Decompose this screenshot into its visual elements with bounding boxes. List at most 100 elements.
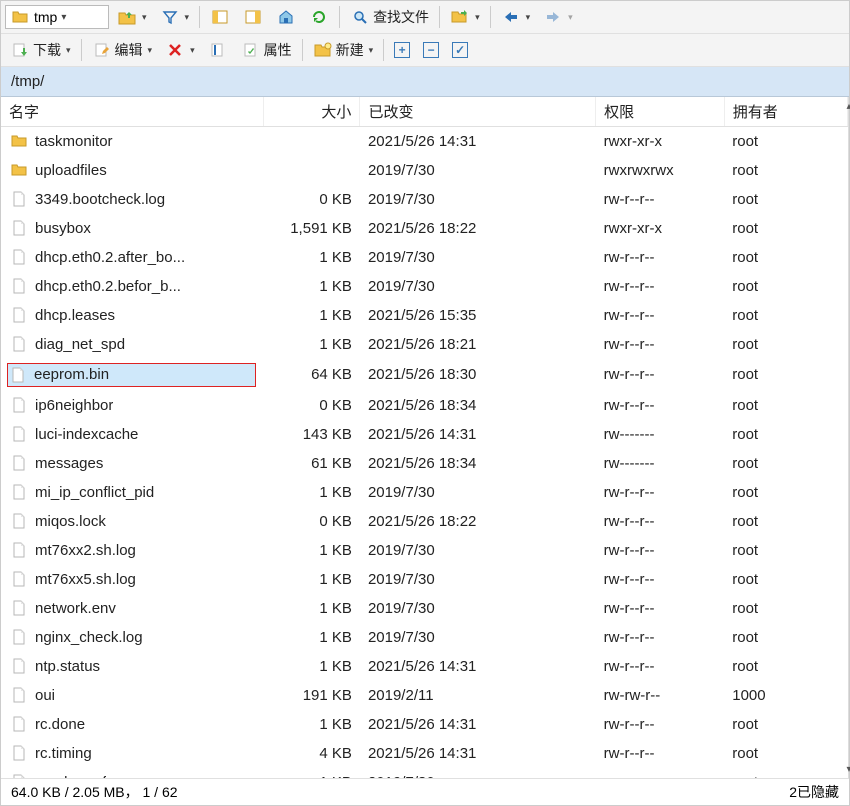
folder-up-icon	[117, 7, 137, 27]
file-name: miqos.lock	[35, 513, 106, 530]
file-owner: root	[724, 243, 847, 272]
filter-button[interactable]: ▾	[155, 4, 195, 30]
table-row[interactable]: rc.done1 KB2021/5/26 14:31rw-r--r--root	[1, 710, 848, 739]
file-permissions: rw-r--r--	[596, 301, 725, 330]
check-box-icon: ✓	[452, 42, 468, 58]
file-changed: 2021/5/26 14:31	[360, 420, 596, 449]
file-owner: root	[724, 330, 847, 359]
file-size: 1 KB	[264, 272, 360, 301]
file-icon	[9, 685, 29, 705]
select-plus-button[interactable]: +	[389, 37, 415, 63]
table-row[interactable]: 3349.bootcheck.log0 KB2019/7/30rw-r--r--…	[1, 185, 848, 214]
table-row[interactable]: mi_ip_conflict_pid1 KB2019/7/30rw-r--r--…	[1, 478, 848, 507]
table-row[interactable]: mt76xx5.sh.log1 KB2019/7/30rw-r--r--root	[1, 565, 848, 594]
table-row[interactable]: miqos.lock0 KB2021/5/26 18:22rw-r--r--ro…	[1, 507, 848, 536]
table-row[interactable]: uploadfiles2019/7/30rwxrwxrwxroot	[1, 156, 848, 185]
table-row[interactable]: nginx_check.log1 KB2019/7/30rw-r--r--roo…	[1, 623, 848, 652]
file-owner: root	[724, 478, 847, 507]
file-size: 1 KB	[264, 623, 360, 652]
sync-button[interactable]: ▾	[445, 4, 485, 30]
table-row[interactable]: messages61 KB2021/5/26 18:34rw-------roo…	[1, 449, 848, 478]
file-changed: 2019/2/11	[360, 681, 596, 710]
dropdown-caret-icon: ▾	[185, 12, 190, 23]
file-changed: 2019/7/30	[360, 594, 596, 623]
new-button[interactable]: 新建 ▾	[308, 37, 379, 63]
file-icon	[9, 453, 29, 473]
remote-browse-button[interactable]	[238, 4, 268, 30]
file-size: 64 KB	[264, 359, 360, 391]
col-perm[interactable]: 权限	[596, 97, 725, 127]
delete-button[interactable]: ▾	[160, 37, 200, 63]
file-size: 1 KB	[264, 243, 360, 272]
table-row[interactable]: dhcp.eth0.2.befor_b...1 KB2019/7/30rw-r-…	[1, 272, 848, 301]
address-text: tmp	[34, 9, 57, 25]
delete-icon	[165, 40, 185, 60]
up-folder-button[interactable]: ▾	[112, 4, 152, 30]
col-changed[interactable]: 已改变	[360, 97, 596, 127]
table-row[interactable]: mt76xx2.sh.log1 KB2019/7/30rw-r--r--root	[1, 536, 848, 565]
file-name: busybox	[35, 220, 91, 237]
table-row[interactable]: dhcp.leases1 KB2021/5/26 15:35rw-r--r--r…	[1, 301, 848, 330]
forward-button[interactable]: ▾	[538, 4, 578, 30]
file-changed: 2021/5/26 18:22	[360, 507, 596, 536]
download-button[interactable]: 下载 ▾	[5, 37, 76, 63]
file-permissions: rw-r--r--	[596, 243, 725, 272]
address-combo[interactable]: tmp ▾	[5, 5, 109, 29]
col-name[interactable]: 名字	[1, 97, 264, 127]
separator	[199, 6, 200, 28]
file-name: dhcp.eth0.2.after_bo...	[35, 249, 185, 266]
file-owner: root	[724, 710, 847, 739]
panel-left-icon	[210, 7, 230, 27]
file-name: ntp.status	[35, 658, 100, 675]
file-icon	[9, 482, 29, 502]
file-permissions: rw-r--r--	[596, 594, 725, 623]
path-bar[interactable]: /tmp/	[1, 67, 849, 97]
file-size: 1 KB	[264, 594, 360, 623]
select-check-button[interactable]: ✓	[447, 37, 473, 63]
back-button[interactable]: ▾	[496, 4, 536, 30]
home-button[interactable]	[271, 4, 301, 30]
file-table: 名字 大小 已改变 权限 拥有者 taskmonitor2021/5/26 14…	[1, 97, 848, 778]
table-row[interactable]: ip6neighbor0 KB2021/5/26 18:34rw-r--r--r…	[1, 391, 848, 420]
file-owner: root	[724, 359, 847, 391]
table-row[interactable]: oui191 KB2019/2/11rw-rw-r--1000	[1, 681, 848, 710]
file-permissions: rw-r--r--	[596, 565, 725, 594]
file-changed: 2021/5/26 15:35	[360, 301, 596, 330]
refresh-button[interactable]	[304, 4, 334, 30]
table-row[interactable]: rc.timing4 KB2021/5/26 14:31rw-r--r--roo…	[1, 739, 848, 768]
dropdown-caret-icon: ▾	[142, 12, 147, 23]
file-size: 4 KB	[264, 739, 360, 768]
table-row[interactable]: busybox1,591 KB2021/5/26 18:22rwxr-xr-xr…	[1, 214, 848, 243]
rename-button[interactable]	[203, 37, 233, 63]
table-row[interactable]: network.env1 KB2019/7/30rw-r--r--root	[1, 594, 848, 623]
file-icon	[9, 247, 29, 267]
vertical-scrollbar[interactable]: ▴ ▾	[848, 97, 849, 778]
edit-icon	[92, 40, 112, 60]
table-row[interactable]: ntp.status1 KB2021/5/26 14:31rw-r--r--ro…	[1, 652, 848, 681]
local-browse-button[interactable]	[205, 4, 235, 30]
edit-button[interactable]: 编辑 ▾	[87, 37, 158, 63]
table-row[interactable]: luci-indexcache143 KB2021/5/26 14:31rw--…	[1, 420, 848, 449]
file-name: mt76xx5.sh.log	[35, 571, 136, 588]
properties-button[interactable]: 属性	[236, 37, 297, 63]
file-size: 1 KB	[264, 330, 360, 359]
col-owner[interactable]: 拥有者	[724, 97, 847, 127]
table-row[interactable]: dhcp.eth0.2.after_bo...1 KB2019/7/30rw-r…	[1, 243, 848, 272]
file-owner: root	[724, 420, 847, 449]
table-header-row: 名字 大小 已改变 权限 拥有者	[1, 97, 848, 127]
dropdown-caret-icon: ▾	[148, 45, 153, 56]
file-owner: root	[724, 536, 847, 565]
col-size[interactable]: 大小	[264, 97, 360, 127]
file-size: 1 KB	[264, 301, 360, 330]
table-row[interactable]: eeprom.bin64 KB2021/5/26 18:30rw-r--r--r…	[1, 359, 848, 391]
file-permissions: rw-r--r--	[596, 652, 725, 681]
table-row[interactable]: diag_net_spd1 KB2021/5/26 18:21rw-r--r--…	[1, 330, 848, 359]
file-permissions: rwxr-xr-x	[596, 127, 725, 156]
file-name: 3349.bootcheck.log	[35, 191, 165, 208]
table-row[interactable]: taskmonitor2021/5/26 14:31rwxr-xr-xroot	[1, 127, 848, 156]
table-row[interactable]: resolv.conf1 KB2019/7/30rw-r--r--root	[1, 768, 848, 779]
select-minus-button[interactable]: −	[418, 37, 444, 63]
find-files-button[interactable]: 查找文件	[345, 4, 434, 30]
file-changed: 2021/5/26 18:34	[360, 391, 596, 420]
file-name: oui	[35, 687, 55, 704]
